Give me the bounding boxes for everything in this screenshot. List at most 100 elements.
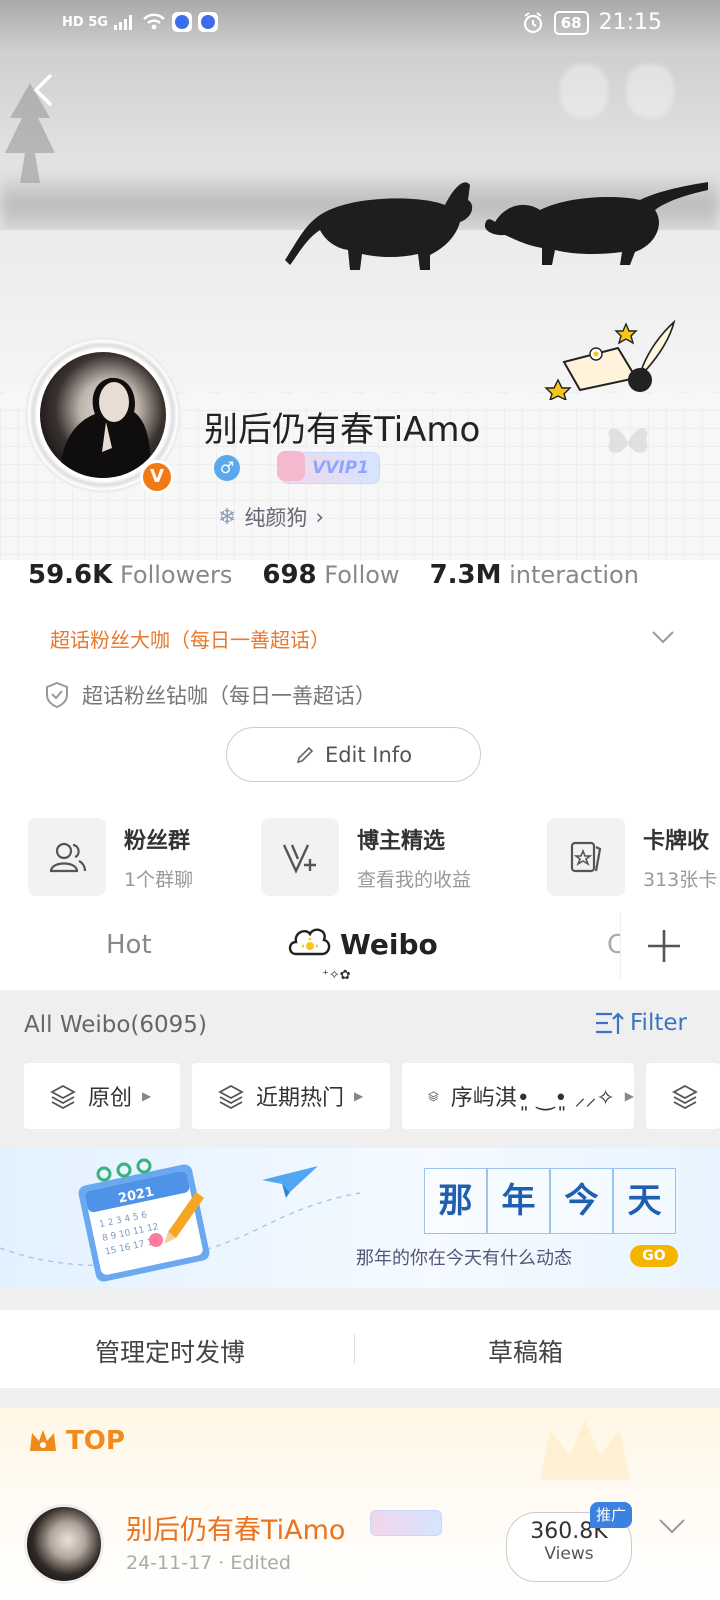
edit-info-button[interactable]: Edit Info	[226, 727, 481, 782]
caret-right-icon: ▶	[624, 1089, 634, 1103]
quill-ink-decoration	[544, 319, 676, 400]
feature-subtitle: 1个群聊	[124, 868, 194, 891]
follow-stat[interactable]: 698 Follow	[262, 560, 399, 590]
all-weibo-count: All Weibo(6095)	[24, 1012, 207, 1038]
on-this-day-subtitle: 那年的你在今天有什么动态	[356, 1248, 572, 1269]
crown-watermark	[540, 1420, 630, 1480]
tab-partial[interactable]: C	[607, 930, 621, 960]
add-tab-button[interactable]	[620, 912, 720, 980]
shield-icon	[46, 681, 68, 709]
feature-subtitle: 313张卡	[643, 868, 718, 891]
views-label: Views	[544, 1544, 594, 1564]
chip-custom-topic[interactable]: 序屿淇•͈ ‿•͈ ⸝⸝✧ ▶	[402, 1063, 634, 1129]
promote-tag: 推广	[590, 1502, 632, 1528]
layers-icon	[428, 1091, 439, 1102]
post-author-name[interactable]: 别后仍有春TiAmo	[126, 1508, 345, 1547]
profile-stats: 59.6K Followers 698 Follow 7.3M interact…	[28, 560, 669, 590]
feature-title: 博主精选	[357, 828, 446, 854]
follow-label: Follow	[324, 561, 400, 589]
avatar[interactable]	[40, 352, 166, 478]
clock: 21:15	[598, 10, 662, 35]
top-label-text: TOP	[66, 1426, 125, 1456]
layers-icon	[672, 1084, 698, 1109]
chip-recent-hot[interactable]: 近期热门 ▶	[192, 1063, 390, 1129]
signal-icon	[113, 15, 132, 30]
chevron-down-icon[interactable]	[650, 624, 676, 650]
followers-stat[interactable]: 59.6K Followers	[28, 560, 232, 590]
status-right: 68 21:15	[522, 10, 662, 35]
on-this-day-title: 那 年 今 天	[424, 1168, 676, 1234]
post-date: 24-11-17 · Edited	[126, 1552, 291, 1574]
tab-weibo-decoration: ⁺✧✿	[322, 968, 351, 983]
profile-tag[interactable]: ❄ 纯颜狗 ›	[218, 502, 324, 532]
caret-right-icon: ▶	[354, 1089, 364, 1103]
chip-label: 序屿淇•͈ ‿•͈ ⸝⸝✧	[450, 1086, 615, 1111]
pencil-icon	[296, 746, 314, 763]
layers-icon	[218, 1084, 244, 1109]
super-topic-badge-2[interactable]: 超话粉丝钻咖（每日一善超话）	[44, 680, 376, 710]
layers-icon	[50, 1084, 76, 1109]
avatar-portrait	[60, 377, 151, 478]
post-author-avatar[interactable]	[24, 1504, 104, 1584]
drafts-button[interactable]: 草稿箱	[488, 1333, 563, 1369]
caret-right-icon: ▶	[142, 1089, 152, 1103]
go-button[interactable]: GO	[630, 1245, 678, 1267]
feature-title: 卡牌收	[643, 828, 710, 854]
chevron-down-icon[interactable]	[656, 1512, 688, 1540]
v-plus-icon	[261, 818, 339, 896]
feature-cards[interactable]: 卡牌收 313张卡	[547, 817, 717, 897]
title-char: 今	[550, 1168, 613, 1234]
chip-more[interactable]	[646, 1063, 720, 1129]
scheduled-posts-button[interactable]: 管理定时发博	[95, 1333, 245, 1369]
wifi-icon	[143, 13, 165, 30]
title-char: 那	[424, 1168, 487, 1234]
feature-subtitle: 查看我的收益	[357, 868, 472, 891]
back-arrow-icon[interactable]	[24, 70, 64, 110]
gender-male-icon: ♂	[214, 455, 240, 481]
vvip-badge[interactable]: VVIP1	[277, 451, 380, 484]
profile-name: 别后仍有春TiAmo	[204, 410, 481, 450]
flower-cloud-icon	[288, 928, 331, 956]
feature-creator-picks[interactable]: 博主精选查看我的收益	[261, 817, 471, 897]
super-topic-badge-1[interactable]: 超话粉丝大咖（每日一善超话）	[50, 624, 330, 653]
verified-badge: V	[140, 460, 174, 494]
top-action-icons[interactable]	[560, 64, 680, 122]
super-topic-badge-2-label: 超话粉丝钻咖（每日一善超话）	[82, 684, 376, 708]
interaction-stat[interactable]: 7.3M interaction	[430, 560, 639, 590]
filter-button[interactable]: Filter	[594, 1010, 687, 1036]
network-indicator: HD 5G	[62, 14, 108, 30]
follow-count: 698	[262, 560, 317, 590]
snowflake-icon: ❄	[218, 504, 237, 530]
chip-original[interactable]: 原创 ▶	[24, 1063, 180, 1129]
chevron-right-icon: ›	[315, 505, 324, 529]
calendar-illustration: 2021 1 2 3 4 5 68 9 10 11 1215 16 17 18	[0, 1158, 360, 1282]
app-notification-icon	[197, 12, 218, 32]
filter-label: Filter	[630, 1010, 687, 1036]
status-bar: HD 5G 68 21:15	[0, 0, 720, 48]
crown-icon	[30, 1430, 56, 1451]
search-icon[interactable]	[560, 64, 608, 118]
alarm-icon	[523, 11, 542, 33]
chip-label: 原创	[88, 1086, 133, 1111]
divider	[354, 1334, 355, 1364]
interaction-label: interaction	[509, 561, 639, 589]
more-icon[interactable]	[626, 64, 674, 118]
pig-mascot-icon	[277, 451, 305, 481]
edit-info-label: Edit Info	[324, 742, 413, 767]
plus-icon	[648, 930, 680, 962]
post-author-vip-badge	[370, 1510, 442, 1536]
filter-icon	[596, 1012, 624, 1034]
app-notification-icon	[171, 12, 192, 32]
card-icon	[547, 818, 625, 896]
tab-hot[interactable]: Hot	[106, 930, 152, 960]
title-char: 年	[487, 1168, 550, 1234]
tab-weibo[interactable]: Weibo	[340, 928, 438, 961]
interaction-count: 7.3M	[429, 560, 502, 590]
feature-fan-group[interactable]: 粉丝群 1个群聊	[28, 817, 193, 897]
top-label: TOP	[28, 1426, 125, 1456]
profile-tag-label: 纯颜狗	[244, 506, 308, 530]
followers-count: 59.6K	[28, 560, 113, 590]
chip-label: 近期热门	[256, 1086, 345, 1111]
people-icon	[28, 818, 106, 896]
cover-black-cats	[285, 182, 708, 270]
